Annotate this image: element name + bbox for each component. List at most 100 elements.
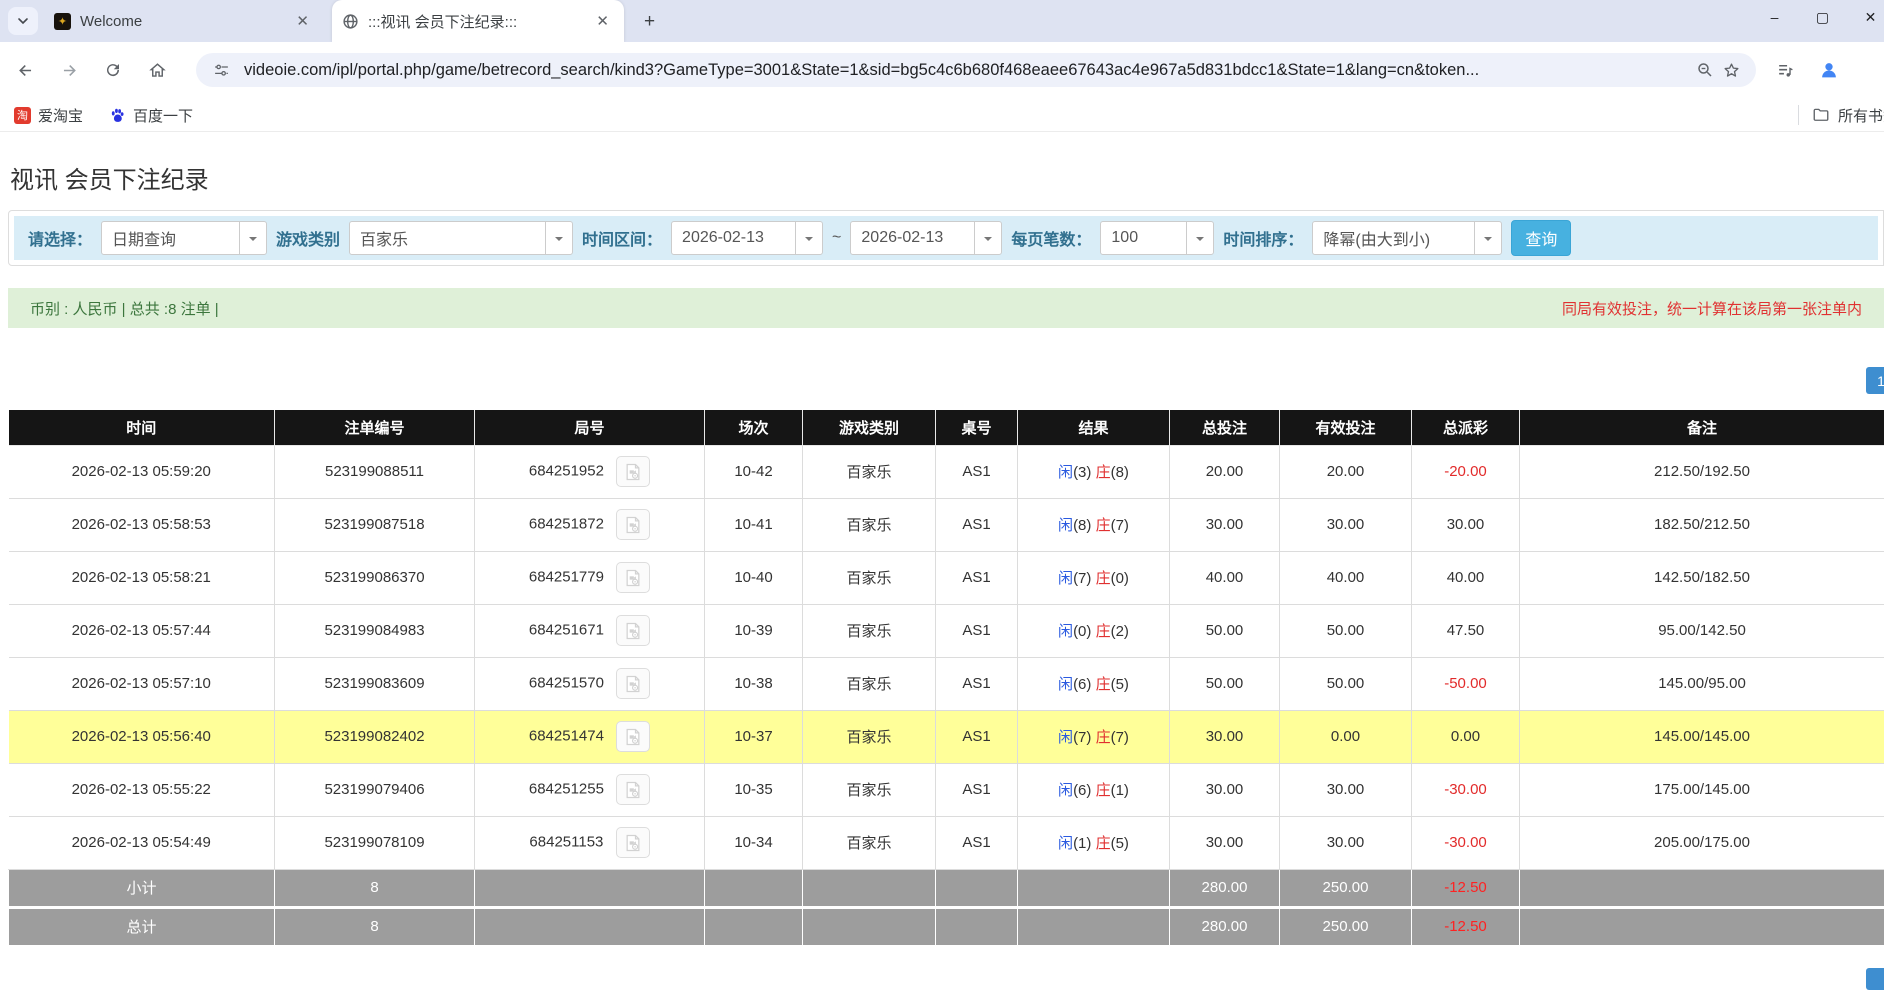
player-result-label: 闲 [1058,517,1073,534]
cell-total-bet: 50.00 [1170,657,1280,710]
subtotal-count: 8 [275,869,475,906]
tab-title: :::视讯 会员下注纪录::: [368,11,591,32]
header-session: 场次 [705,410,803,445]
game-type-select[interactable]: 百家乐 [349,221,573,255]
forward-button[interactable] [52,53,86,87]
tab-close-icon[interactable]: ✕ [291,10,314,32]
cell-table-no: AS1 [936,498,1018,551]
back-button[interactable] [8,53,42,87]
video-replay-button[interactable] [616,509,650,540]
pagination-button-bottom[interactable] [1866,968,1884,990]
all-bookmarks-button[interactable]: 所有书签 [1812,102,1884,128]
cell-remark: 212.50/192.50 [1520,445,1884,498]
cell-valid-bet: 40.00 [1280,551,1412,604]
window-maximize-button[interactable]: ▢ [1800,0,1845,34]
zoom-icon[interactable] [1692,61,1718,79]
tab-search-button[interactable] [8,7,38,35]
cell-bet-id: 523199083609 [275,657,475,710]
total-total-bet: 280.00 [1170,908,1280,945]
total-count: 8 [275,908,475,945]
header-total-bet: 总投注 [1170,410,1280,445]
profile-avatar[interactable] [1812,53,1846,87]
pagination-button-top[interactable]: 1 [1866,367,1884,394]
table-row: 2026-02-13 05:57:10 523199083609 6842515… [9,657,1884,710]
reload-button[interactable] [96,53,130,87]
bookmarks-bar: 淘 爱淘宝 百度一下 所有书签 [0,98,1884,132]
banker-result-label: 庄 [1096,676,1111,693]
chevron-down-icon [795,222,822,254]
tab-bet-record[interactable]: :::视讯 会员下注纪录::: ✕ [332,0,624,42]
address-bar[interactable]: videoie.com/ipl/portal.php/game/betrecor… [196,53,1756,87]
bookmark-baidu[interactable]: 百度一下 [103,102,199,128]
tab-welcome[interactable]: ✦ Welcome ✕ [44,0,324,42]
search-button[interactable]: 查询 [1511,220,1571,256]
query-mode-select[interactable]: 日期查询 [101,221,267,255]
chevron-down-icon [974,222,1001,254]
cell-total-bet: 40.00 [1170,551,1280,604]
game-type-label: 游戏类别 [276,226,340,250]
window-close-button[interactable]: ✕ [1848,0,1884,34]
cell-remark: 142.50/182.50 [1520,551,1884,604]
window-minimize-button[interactable]: – [1752,0,1797,34]
cell-valid-bet: 0.00 [1280,710,1412,763]
cell-payout: -20.00 [1412,445,1520,498]
home-button[interactable] [140,53,174,87]
cell-payout: 47.50 [1412,604,1520,657]
bookmark-taobao[interactable]: 淘 爱淘宝 [8,102,89,128]
url-text[interactable]: videoie.com/ipl/portal.php/game/betrecor… [244,61,1692,80]
date-from-select[interactable]: 2026-02-13 [671,221,823,255]
video-replay-button[interactable] [616,721,650,752]
cell-time: 2026-02-13 05:58:21 [9,551,275,604]
video-replay-button[interactable] [616,615,650,646]
video-replay-button[interactable] [616,562,650,593]
video-file-icon [623,621,643,641]
site-info-icon[interactable] [208,62,234,79]
video-replay-button[interactable] [616,774,650,805]
cell-result: 闲(7) 庄(7) [1018,710,1170,763]
header-game-type: 游戏类别 [803,410,936,445]
banker-result-label: 庄 [1096,729,1111,746]
cell-time: 2026-02-13 05:55:22 [9,763,275,816]
cell-table-no: AS1 [936,551,1018,604]
player-result-label: 闲 [1058,835,1073,852]
video-file-icon [623,727,643,747]
bookmark-star-icon[interactable] [1718,61,1744,80]
page-title: 视讯 会员下注纪录 [10,160,209,195]
player-result-label: 闲 [1058,729,1073,746]
video-replay-button[interactable] [616,827,650,858]
cell-time: 2026-02-13 05:57:44 [9,604,275,657]
media-controls-icon[interactable] [1768,53,1802,87]
video-file-icon [623,674,643,694]
video-replay-button[interactable] [616,668,650,699]
cell-total-bet: 50.00 [1170,604,1280,657]
bookmark-label: 爱淘宝 [38,105,83,126]
cell-valid-bet: 20.00 [1280,445,1412,498]
date-to-select[interactable]: 2026-02-13 [850,221,1002,255]
banker-result-label: 庄 [1096,623,1111,640]
cell-time: 2026-02-13 05:59:20 [9,445,275,498]
cell-game-type: 百家乐 [803,763,936,816]
new-tab-button[interactable]: + [636,8,663,35]
cell-round-id: 684251872 [475,498,705,551]
cell-remark: 182.50/212.50 [1520,498,1884,551]
table-row: 2026-02-13 05:59:20 523199088511 6842519… [9,445,1884,498]
table-row: 2026-02-13 05:56:40 523199082402 6842514… [9,710,1884,763]
cell-game-type: 百家乐 [803,657,936,710]
round-id-text: 684251570 [529,674,604,691]
page-content: 视讯 会员下注纪录 请选择： 日期查询 游戏类别 百家乐 时间区间： 2026-… [0,133,1884,982]
summary-bar: 币别 : 人民币 | 总共 :8 注单 | 同局有效投注，统一计算在该局第一张注… [8,288,1884,328]
cell-bet-id: 523199087518 [275,498,475,551]
banker-result-label: 庄 [1096,782,1111,799]
tab-close-icon[interactable]: ✕ [591,10,614,32]
cell-time: 2026-02-13 05:58:53 [9,498,275,551]
table-footer: 小计 8 280.00 250.00 -12.50 总计 8 280.00 25… [9,869,1884,945]
cell-bet-id: 523199088511 [275,445,475,498]
sort-select[interactable]: 降幂(由大到小) [1312,221,1502,255]
cell-table-no: AS1 [936,657,1018,710]
cell-session: 10-42 [705,445,803,498]
cell-result: 闲(7) 庄(0) [1018,551,1170,604]
round-id-text: 684251779 [529,568,604,585]
filter-bar: 请选择： 日期查询 游戏类别 百家乐 时间区间： 2026-02-13 ~ 20… [14,216,1878,260]
page-size-select[interactable]: 100 [1100,221,1214,255]
video-replay-button[interactable] [616,456,650,487]
